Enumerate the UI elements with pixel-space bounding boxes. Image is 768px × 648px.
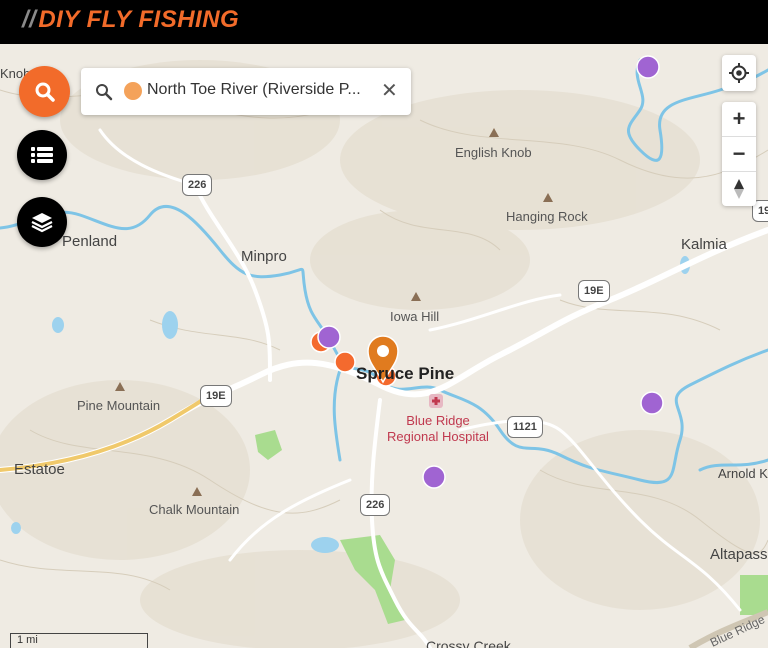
town-label: Penland (62, 233, 118, 250)
search-box[interactable]: North Toe River (Riverside P... ✕ (81, 68, 411, 115)
town-label: Arnold K (718, 466, 768, 481)
brand-name: DIY FLY FISHING (38, 6, 240, 33)
search-input[interactable]: North Toe River (Riverside P... (147, 81, 377, 99)
layers-button[interactable] (17, 197, 67, 247)
brand-slashes: // (22, 6, 37, 33)
marker-purple (636, 55, 660, 79)
locate-button[interactable] (722, 56, 756, 90)
town-label: Altapass (710, 546, 768, 563)
hospital-label: Blue Ridge Regional Hospital (380, 413, 496, 445)
search-icon (35, 82, 55, 102)
zoom-in-button[interactable]: + (722, 102, 756, 136)
crosshair-icon (729, 63, 749, 83)
hospital-icon (429, 394, 443, 408)
locate-control (722, 55, 756, 91)
header-bar: //DIY FLY FISHING (0, 0, 768, 44)
scale-bar: 1 mi (10, 633, 148, 648)
peak-label: Hanging Rock (506, 209, 588, 224)
compass-icon (734, 179, 744, 199)
list-button[interactable] (17, 130, 67, 180)
map-canvas[interactable]: Knob Penland Minpro Kalmia Estatoe Altap… (0, 44, 768, 648)
city-label: Spruce Pine (356, 364, 455, 383)
map-layer (0, 55, 768, 648)
town-label: Estatoe (14, 461, 65, 478)
layers-icon (31, 213, 53, 233)
marker-orange (334, 351, 356, 373)
marker-purple (317, 325, 341, 349)
hospital-label-line: Blue Ridge (406, 413, 470, 428)
search-icon (95, 83, 113, 106)
hospital-label-line: Regional Hospital (387, 429, 489, 444)
marker-purple (640, 391, 664, 415)
town-label: Crossy Creek (426, 638, 511, 648)
zoom-out-button[interactable]: − (722, 137, 756, 171)
list-icon (31, 147, 53, 163)
peak-label: Iowa Hill (390, 309, 440, 324)
close-icon[interactable]: ✕ (381, 78, 398, 103)
search-button[interactable] (19, 66, 70, 117)
marker-purple (422, 465, 446, 489)
peak-label: Pine Mountain (77, 398, 161, 413)
location-dot-icon (124, 82, 142, 100)
route-shield: 226 (360, 494, 391, 516)
peak-label: English Knob (455, 145, 532, 160)
peak-label: Chalk Mountain (149, 502, 240, 517)
zoom-control: + − (722, 102, 756, 206)
town-label: Kalmia (681, 236, 727, 253)
route-shield: 19E (578, 280, 610, 302)
town-label: Minpro (241, 248, 287, 265)
compass-button[interactable] (722, 172, 756, 206)
route-shield: 1121 (507, 416, 543, 438)
route-shield: 19E (200, 385, 232, 407)
route-shield: 226 (182, 174, 213, 196)
brand-logo[interactable]: //DIY FLY FISHING (22, 6, 239, 34)
